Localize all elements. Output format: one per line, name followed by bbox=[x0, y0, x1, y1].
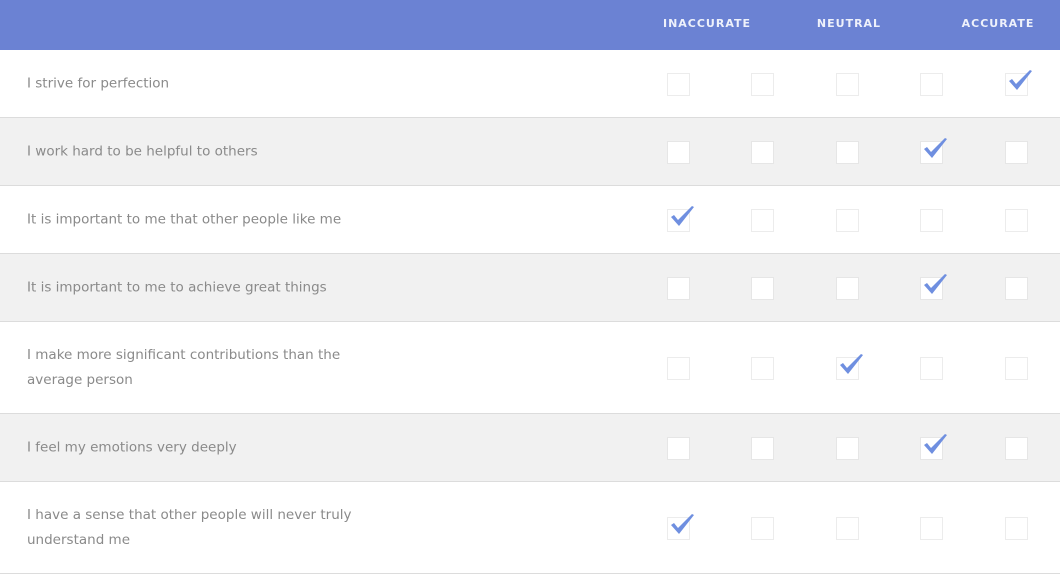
header-inaccurate: INACCURATE bbox=[662, 17, 752, 30]
checkmark-icon bbox=[671, 513, 694, 534]
rating-checkbox-3[interactable] bbox=[836, 276, 859, 300]
question-text: It is important to me to achieve great t… bbox=[27, 279, 327, 295]
rating-checkbox-5[interactable] bbox=[1005, 276, 1028, 300]
checkmark-icon bbox=[924, 433, 947, 454]
rating-checkbox-1[interactable] bbox=[667, 205, 694, 232]
survey-matrix: INACCURATE NEUTRAL ACCURATE I strive for… bbox=[0, 0, 1060, 574]
rating-checkbox-5[interactable] bbox=[1005, 208, 1028, 232]
rating-checkbox-4[interactable] bbox=[920, 433, 947, 460]
rating-checkbox-5[interactable] bbox=[1005, 516, 1028, 540]
question-text: It is important to me that other people … bbox=[27, 211, 342, 227]
scale-header: INACCURATE NEUTRAL ACCURATE bbox=[0, 0, 1060, 50]
question-row: I make more significant contributions th… bbox=[0, 322, 1060, 414]
checkmark-icon bbox=[1009, 69, 1032, 90]
rating-checkbox-4[interactable] bbox=[920, 208, 943, 232]
rating-checkbox-5[interactable] bbox=[1005, 69, 1032, 96]
checkmark-icon bbox=[924, 273, 947, 294]
question-row: It is important to me that other people … bbox=[0, 186, 1060, 254]
rating-checkbox-1[interactable] bbox=[667, 436, 690, 460]
rating-checkbox-3[interactable] bbox=[836, 516, 859, 540]
rating-checkbox-1[interactable] bbox=[667, 72, 690, 96]
rating-checkbox-5[interactable] bbox=[1005, 356, 1028, 380]
question-row: I strive for perfection bbox=[0, 50, 1060, 118]
question-text: I make more significant contributions th… bbox=[27, 346, 341, 388]
checkmark-icon bbox=[924, 137, 947, 158]
rating-checkbox-4[interactable] bbox=[920, 137, 947, 164]
rating-checkbox-3[interactable] bbox=[836, 140, 859, 164]
rating-checkbox-3[interactable] bbox=[836, 436, 859, 460]
header-neutral: NEUTRAL bbox=[816, 17, 882, 30]
question-row: It is important to me to achieve great t… bbox=[0, 254, 1060, 322]
rating-checkbox-3[interactable] bbox=[836, 353, 863, 380]
rating-checkbox-3[interactable] bbox=[836, 208, 859, 232]
question-row: I work hard to be helpful to others bbox=[0, 118, 1060, 186]
rating-checkbox-4[interactable] bbox=[920, 516, 943, 540]
rating-checkbox-2[interactable] bbox=[751, 276, 774, 300]
question-row: I feel my emotions very deeply bbox=[0, 414, 1060, 482]
rating-checkbox-2[interactable] bbox=[751, 72, 774, 96]
rating-checkbox-1[interactable] bbox=[667, 356, 690, 380]
question-list: I strive for perfection I work hard to b… bbox=[0, 50, 1060, 574]
question-row: I have a sense that other people will ne… bbox=[0, 482, 1060, 574]
rating-checkbox-3[interactable] bbox=[836, 72, 859, 96]
rating-checkbox-1[interactable] bbox=[667, 140, 690, 164]
checkmark-icon bbox=[840, 353, 863, 374]
checkmark-icon bbox=[671, 205, 694, 226]
question-text: I have a sense that other people will ne… bbox=[27, 506, 352, 548]
question-text: I feel my emotions very deeply bbox=[27, 439, 237, 455]
rating-checkbox-5[interactable] bbox=[1005, 140, 1028, 164]
rating-checkbox-2[interactable] bbox=[751, 516, 774, 540]
rating-checkbox-4[interactable] bbox=[920, 72, 943, 96]
question-text: I strive for perfection bbox=[27, 75, 170, 91]
rating-checkbox-2[interactable] bbox=[751, 208, 774, 232]
rating-checkbox-1[interactable] bbox=[667, 276, 690, 300]
rating-checkbox-5[interactable] bbox=[1005, 436, 1028, 460]
rating-checkbox-4[interactable] bbox=[920, 356, 943, 380]
rating-checkbox-1[interactable] bbox=[667, 513, 694, 540]
question-text: I work hard to be helpful to others bbox=[27, 143, 258, 159]
rating-checkbox-2[interactable] bbox=[751, 140, 774, 164]
rating-checkbox-2[interactable] bbox=[751, 356, 774, 380]
rating-checkbox-2[interactable] bbox=[751, 436, 774, 460]
header-accurate: ACCURATE bbox=[961, 17, 1035, 30]
rating-checkbox-4[interactable] bbox=[920, 273, 947, 300]
